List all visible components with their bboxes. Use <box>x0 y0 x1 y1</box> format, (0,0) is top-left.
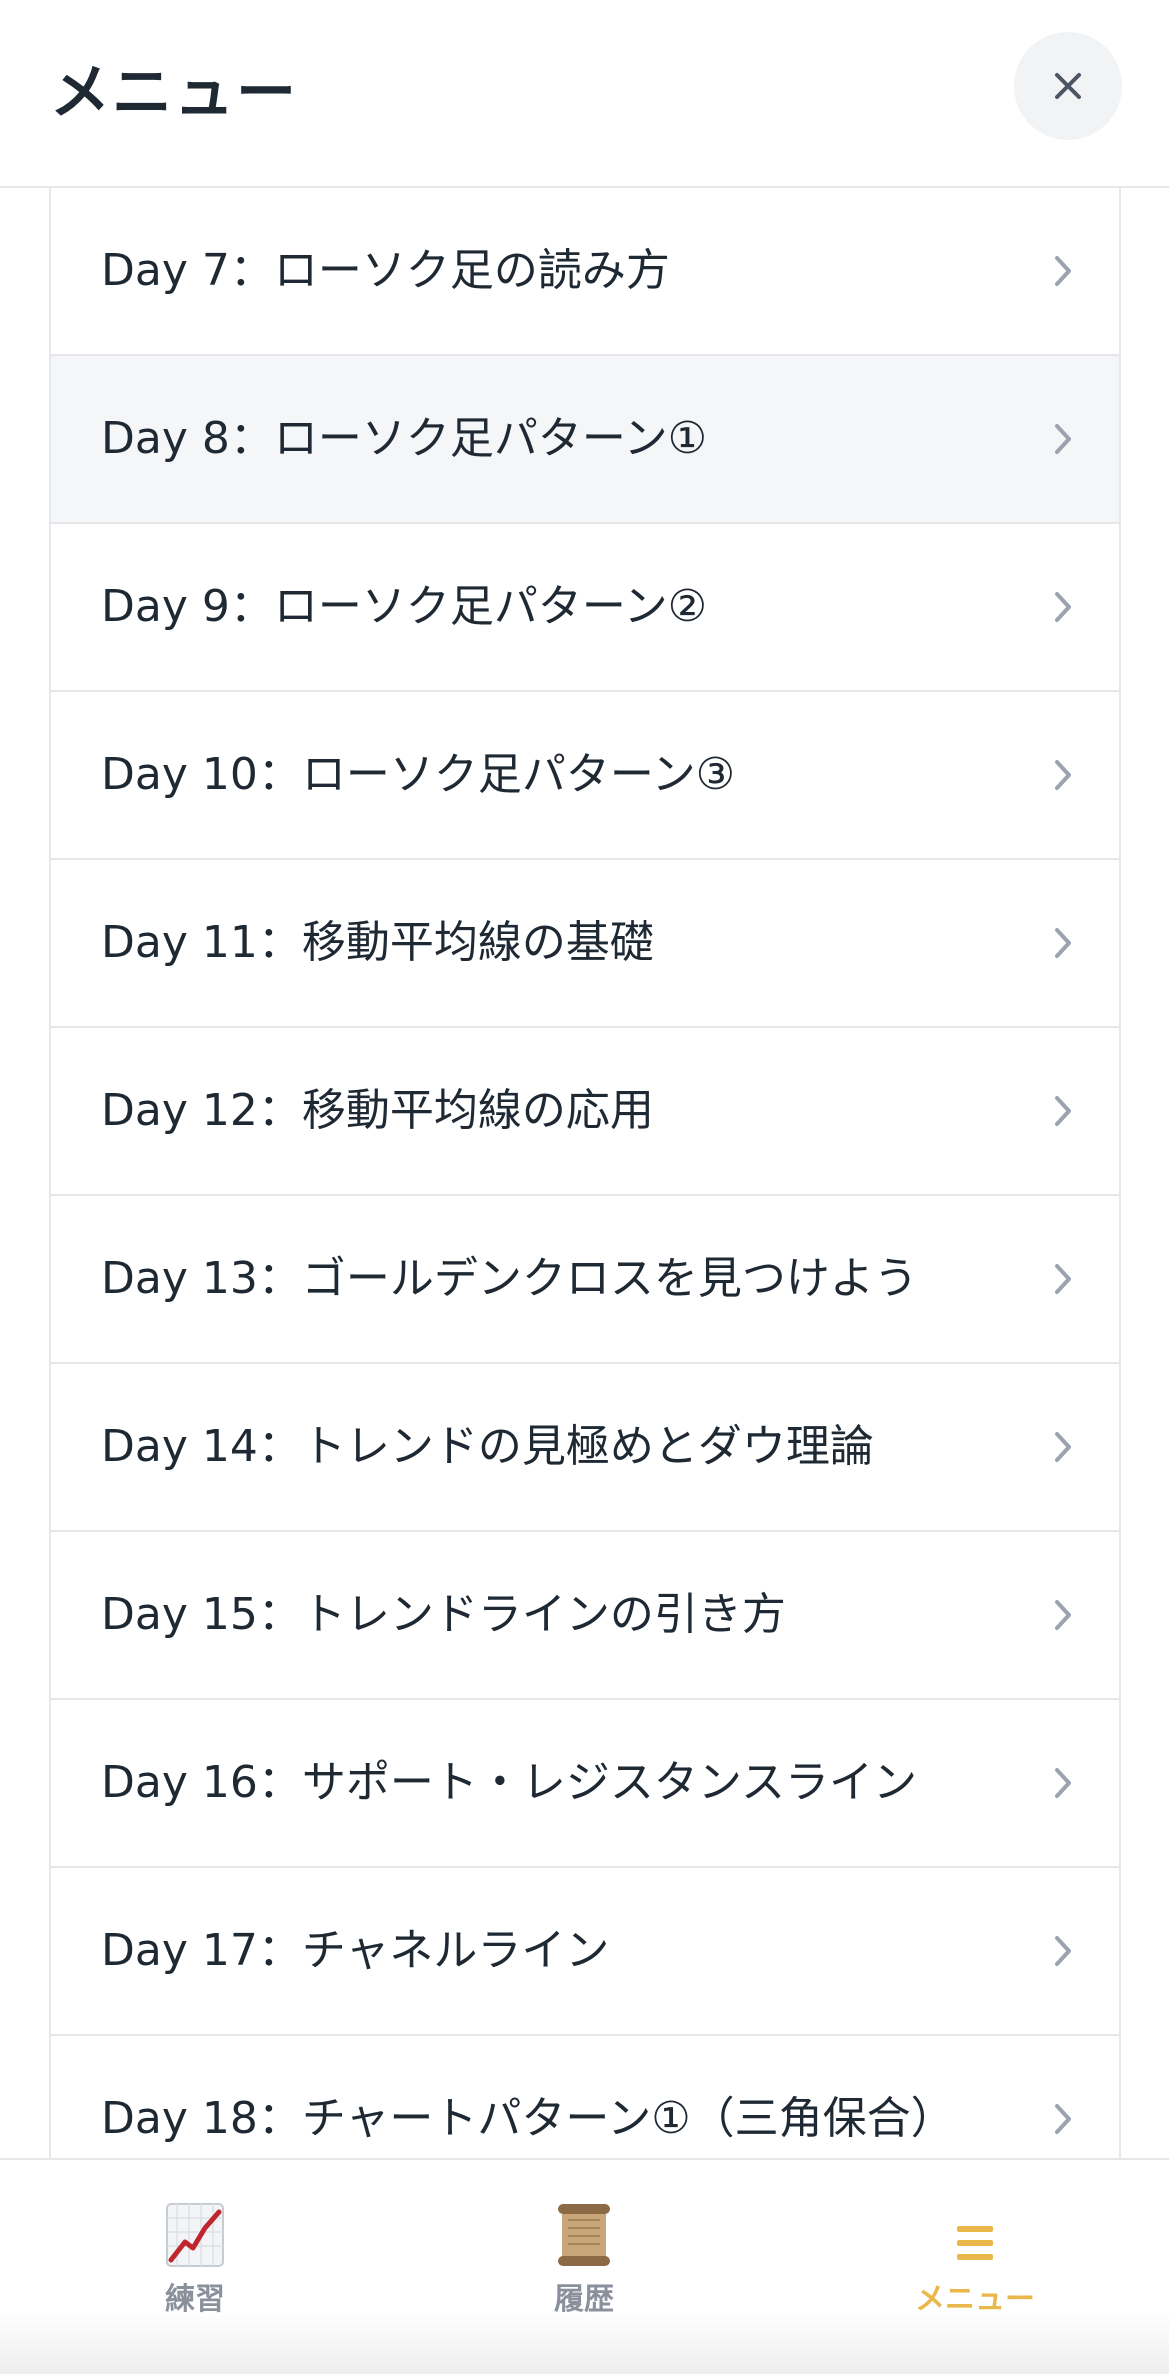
list-item[interactable]: Day 12：移動平均線の応用 <box>51 1028 1119 1196</box>
lesson-list: Day 7：ローソク足の読み方 Day 8：ローソク足パターン① Day 9：ロ… <box>49 188 1121 2158</box>
hamburger-icon <box>957 2226 993 2260</box>
chevron-right-icon <box>1055 1264 1071 1294</box>
close-icon <box>1055 73 1081 99</box>
list-item[interactable]: Day 14：トレンドの見極めとダウ理論 <box>51 1364 1119 1532</box>
tab-menu[interactable]: メニュー <box>875 2160 1075 2360</box>
chart-icon <box>166 2203 224 2267</box>
list-item-label: Day 9：ローソク足パターン② <box>101 581 708 632</box>
list-item-label: Day 10：ローソク足パターン③ <box>101 749 736 800</box>
list-item-label: Day 18：チャートパターン①（三角保合） <box>101 2093 955 2144</box>
chevron-right-icon <box>1055 760 1071 790</box>
list-item[interactable]: Day 18：チャートパターン①（三角保合） <box>51 2036 1119 2158</box>
list-item-label: Day 17：チャネルライン <box>101 1925 610 1976</box>
list-item-label: Day 15：トレンドラインの引き方 <box>101 1589 786 1640</box>
tab-label: メニュー <box>915 2282 1035 2317</box>
chevron-right-icon <box>1055 928 1071 958</box>
list-item-label: Day 13：ゴールデンクロスを見つけよう <box>101 1253 918 1304</box>
tab-label: 練習 <box>165 2282 225 2317</box>
list-item-label: Day 11：移動平均線の基礎 <box>101 917 654 968</box>
chevron-right-icon <box>1055 1096 1071 1126</box>
list-item-label: Day 8：ローソク足パターン① <box>101 413 708 464</box>
list-item-label: Day 16：サポート・レジスタンスライン <box>101 1757 917 1808</box>
list-item[interactable]: Day 10：ローソク足パターン③ <box>51 692 1119 860</box>
list-item[interactable]: Day 16：サポート・レジスタンスライン <box>51 1700 1119 1868</box>
tab-history[interactable]: 履歴 <box>484 2160 684 2360</box>
chevron-right-icon <box>1055 256 1071 286</box>
chevron-right-icon <box>1055 592 1071 622</box>
chevron-right-icon <box>1055 1768 1071 1798</box>
list-item-label: Day 7：ローソク足の読み方 <box>101 245 670 296</box>
list-item[interactable]: Day 17：チャネルライン <box>51 1868 1119 2036</box>
list-item[interactable]: Day 15：トレンドラインの引き方 <box>51 1532 1119 1700</box>
list-item[interactable]: Day 7：ローソク足の読み方 <box>51 188 1119 356</box>
list-item[interactable]: Day 9：ローソク足パターン② <box>51 524 1119 692</box>
chevron-right-icon <box>1055 1600 1071 1630</box>
scroll-icon <box>558 2204 610 2266</box>
chevron-right-icon <box>1055 1936 1071 1966</box>
bottom-tab-bar: 練習 履歴 メニュー <box>0 2158 1169 2374</box>
list-item-label: Day 12：移動平均線の応用 <box>101 1085 654 1136</box>
chevron-right-icon <box>1055 2104 1071 2134</box>
page-title: メニュー <box>50 58 298 128</box>
chevron-right-icon <box>1055 424 1071 454</box>
tab-practice[interactable]: 練習 <box>95 2160 295 2360</box>
tab-label: 履歴 <box>554 2282 614 2317</box>
header: メニュー <box>0 0 1169 188</box>
close-button[interactable] <box>1014 32 1122 140</box>
list-item[interactable]: Day 13：ゴールデンクロスを見つけよう <box>51 1196 1119 1364</box>
list-item[interactable]: Day 8：ローソク足パターン① <box>51 356 1119 524</box>
chevron-right-icon <box>1055 1432 1071 1462</box>
list-item-label: Day 14：トレンドの見極めとダウ理論 <box>101 1421 874 1472</box>
list-item[interactable]: Day 11：移動平均線の基礎 <box>51 860 1119 1028</box>
